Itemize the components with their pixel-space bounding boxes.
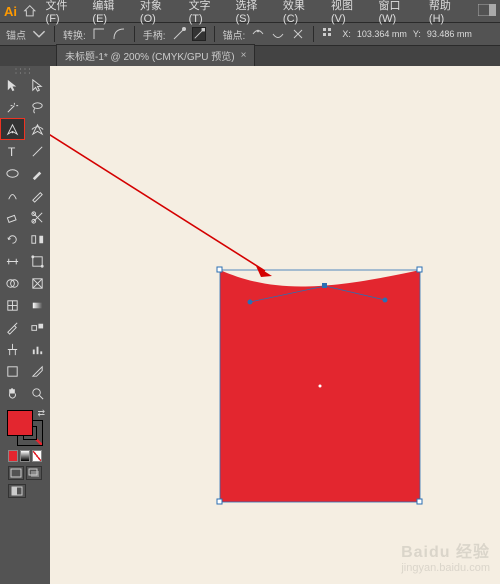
x-label: X: xyxy=(342,29,351,39)
magic-wand-tool[interactable] xyxy=(0,96,25,118)
blend-tool[interactable] xyxy=(25,316,50,338)
gradient-mode-icon[interactable] xyxy=(20,450,30,462)
column-graph-tool[interactable] xyxy=(25,338,50,360)
home-icon[interactable] xyxy=(23,4,37,18)
menu-object[interactable]: 对象(O) xyxy=(137,0,180,27)
handle-hide-icon[interactable] xyxy=(192,27,206,41)
none-mode-icon[interactable] xyxy=(32,450,42,462)
direct-selection-tool[interactable] xyxy=(25,74,50,96)
bezier-handle[interactable] xyxy=(383,298,388,303)
watermark-brand: Baidu 经验 xyxy=(401,538,490,562)
screen-mode-icon[interactable] xyxy=(8,484,26,498)
menu-select[interactable]: 选择(S) xyxy=(232,0,273,27)
ellipse-tool[interactable] xyxy=(0,162,25,184)
document-tab-title: 未标题-1* @ 200% (CMYK/GPU 预览) xyxy=(65,48,235,63)
handle-label: 手柄: xyxy=(143,27,166,42)
y-value[interactable]: 93.486 mm xyxy=(427,29,472,39)
gradient-tool[interactable] xyxy=(25,294,50,316)
slice-tool[interactable] xyxy=(25,360,50,382)
artwork xyxy=(50,66,500,584)
free-transform-tool[interactable] xyxy=(25,250,50,272)
layout-icon[interactable] xyxy=(478,4,496,19)
anchor-point[interactable] xyxy=(417,499,422,504)
anchor-label: 锚点 xyxy=(6,27,26,42)
width-tool[interactable] xyxy=(0,250,25,272)
fill-swatch[interactable] xyxy=(7,410,33,436)
shape-builder-tool[interactable] xyxy=(0,272,25,294)
menu-file[interactable]: 文件(F) xyxy=(43,0,84,27)
type-tool[interactable]: T xyxy=(0,140,25,162)
draw-normal-icon[interactable] xyxy=(8,466,24,480)
convert-label: 转换: xyxy=(63,27,86,42)
hand-tool[interactable] xyxy=(0,382,25,404)
align-icon[interactable] xyxy=(322,27,336,41)
menu-text[interactable]: 文字(T) xyxy=(186,0,227,27)
annotation-arrow-head xyxy=(256,266,272,277)
anchor-point[interactable] xyxy=(417,267,422,272)
menu-help[interactable]: 帮助(H) xyxy=(426,0,468,27)
line-tool[interactable] xyxy=(25,140,50,162)
anchor-point[interactable] xyxy=(217,499,222,504)
draw-behind-icon[interactable] xyxy=(26,466,42,480)
selection-tool[interactable] xyxy=(0,74,25,96)
join-anchor-icon[interactable] xyxy=(271,27,285,41)
dropdown-icon[interactable] xyxy=(32,27,46,41)
annotation-arrow-line xyxy=(50,116,265,271)
paintbrush-tool[interactable] xyxy=(25,162,50,184)
mesh-tool[interactable] xyxy=(0,294,25,316)
bezier-handle[interactable] xyxy=(248,300,253,305)
fill-stroke-swatch[interactable]: ⇄ xyxy=(7,410,43,446)
document-tab[interactable]: 未标题-1* @ 200% (CMYK/GPU 预览) × xyxy=(56,44,255,66)
pen-tool[interactable] xyxy=(0,118,25,140)
zoom-tool[interactable] xyxy=(25,382,50,404)
anchors-label: 锚点: xyxy=(223,27,246,42)
document-tab-bar: 未标题-1* @ 200% (CMYK/GPU 预览) × xyxy=(0,46,500,66)
center-point xyxy=(319,385,322,388)
pencil-tool[interactable] xyxy=(25,184,50,206)
svg-text:T: T xyxy=(8,145,16,159)
scissors-tool[interactable] xyxy=(25,206,50,228)
reflect-tool[interactable] xyxy=(25,228,50,250)
menu-bar: Ai 文件(F) 编辑(E) 对象(O) 文字(T) 选择(S) 效果(C) 视… xyxy=(0,0,500,22)
watermark: Baidu 经验 jingyan.baidu.com xyxy=(401,538,490,574)
canvas[interactable]: Baidu 经验 jingyan.baidu.com xyxy=(50,66,500,584)
convert-corner-icon[interactable] xyxy=(92,27,106,41)
close-tab-icon[interactable]: × xyxy=(241,50,247,61)
artboard-tool[interactable] xyxy=(0,360,25,382)
app-logo: Ai xyxy=(4,4,17,19)
swap-fill-stroke-icon[interactable]: ⇄ xyxy=(37,408,45,419)
menu-effect[interactable]: 效果(C) xyxy=(280,0,322,27)
eyedropper-tool[interactable] xyxy=(0,316,25,338)
lasso-tool[interactable] xyxy=(25,96,50,118)
curvature-tool[interactable] xyxy=(25,118,50,140)
remove-anchor-icon[interactable] xyxy=(251,27,265,41)
symbol-sprayer-tool[interactable] xyxy=(0,338,25,360)
watermark-url: jingyan.baidu.com xyxy=(401,562,490,574)
perspective-tool[interactable] xyxy=(25,272,50,294)
eraser-tool[interactable] xyxy=(0,206,25,228)
convert-smooth-icon[interactable] xyxy=(112,27,126,41)
menu-edit[interactable]: 编辑(E) xyxy=(89,0,130,27)
anchor-point[interactable] xyxy=(217,267,222,272)
menu-window[interactable]: 窗口(W) xyxy=(375,0,419,27)
color-mode-icon[interactable] xyxy=(8,450,18,462)
menu-view[interactable]: 视图(V) xyxy=(328,0,369,27)
handle-show-icon[interactable] xyxy=(172,27,186,41)
cut-path-icon[interactable] xyxy=(291,27,305,41)
tools-panel: ：：：： T xyxy=(0,66,50,584)
anchor-point[interactable] xyxy=(322,283,327,288)
x-value[interactable]: 103.364 mm xyxy=(357,29,407,39)
shaper-tool[interactable] xyxy=(0,184,25,206)
rotate-tool[interactable] xyxy=(0,228,25,250)
y-label: Y: xyxy=(413,29,421,39)
